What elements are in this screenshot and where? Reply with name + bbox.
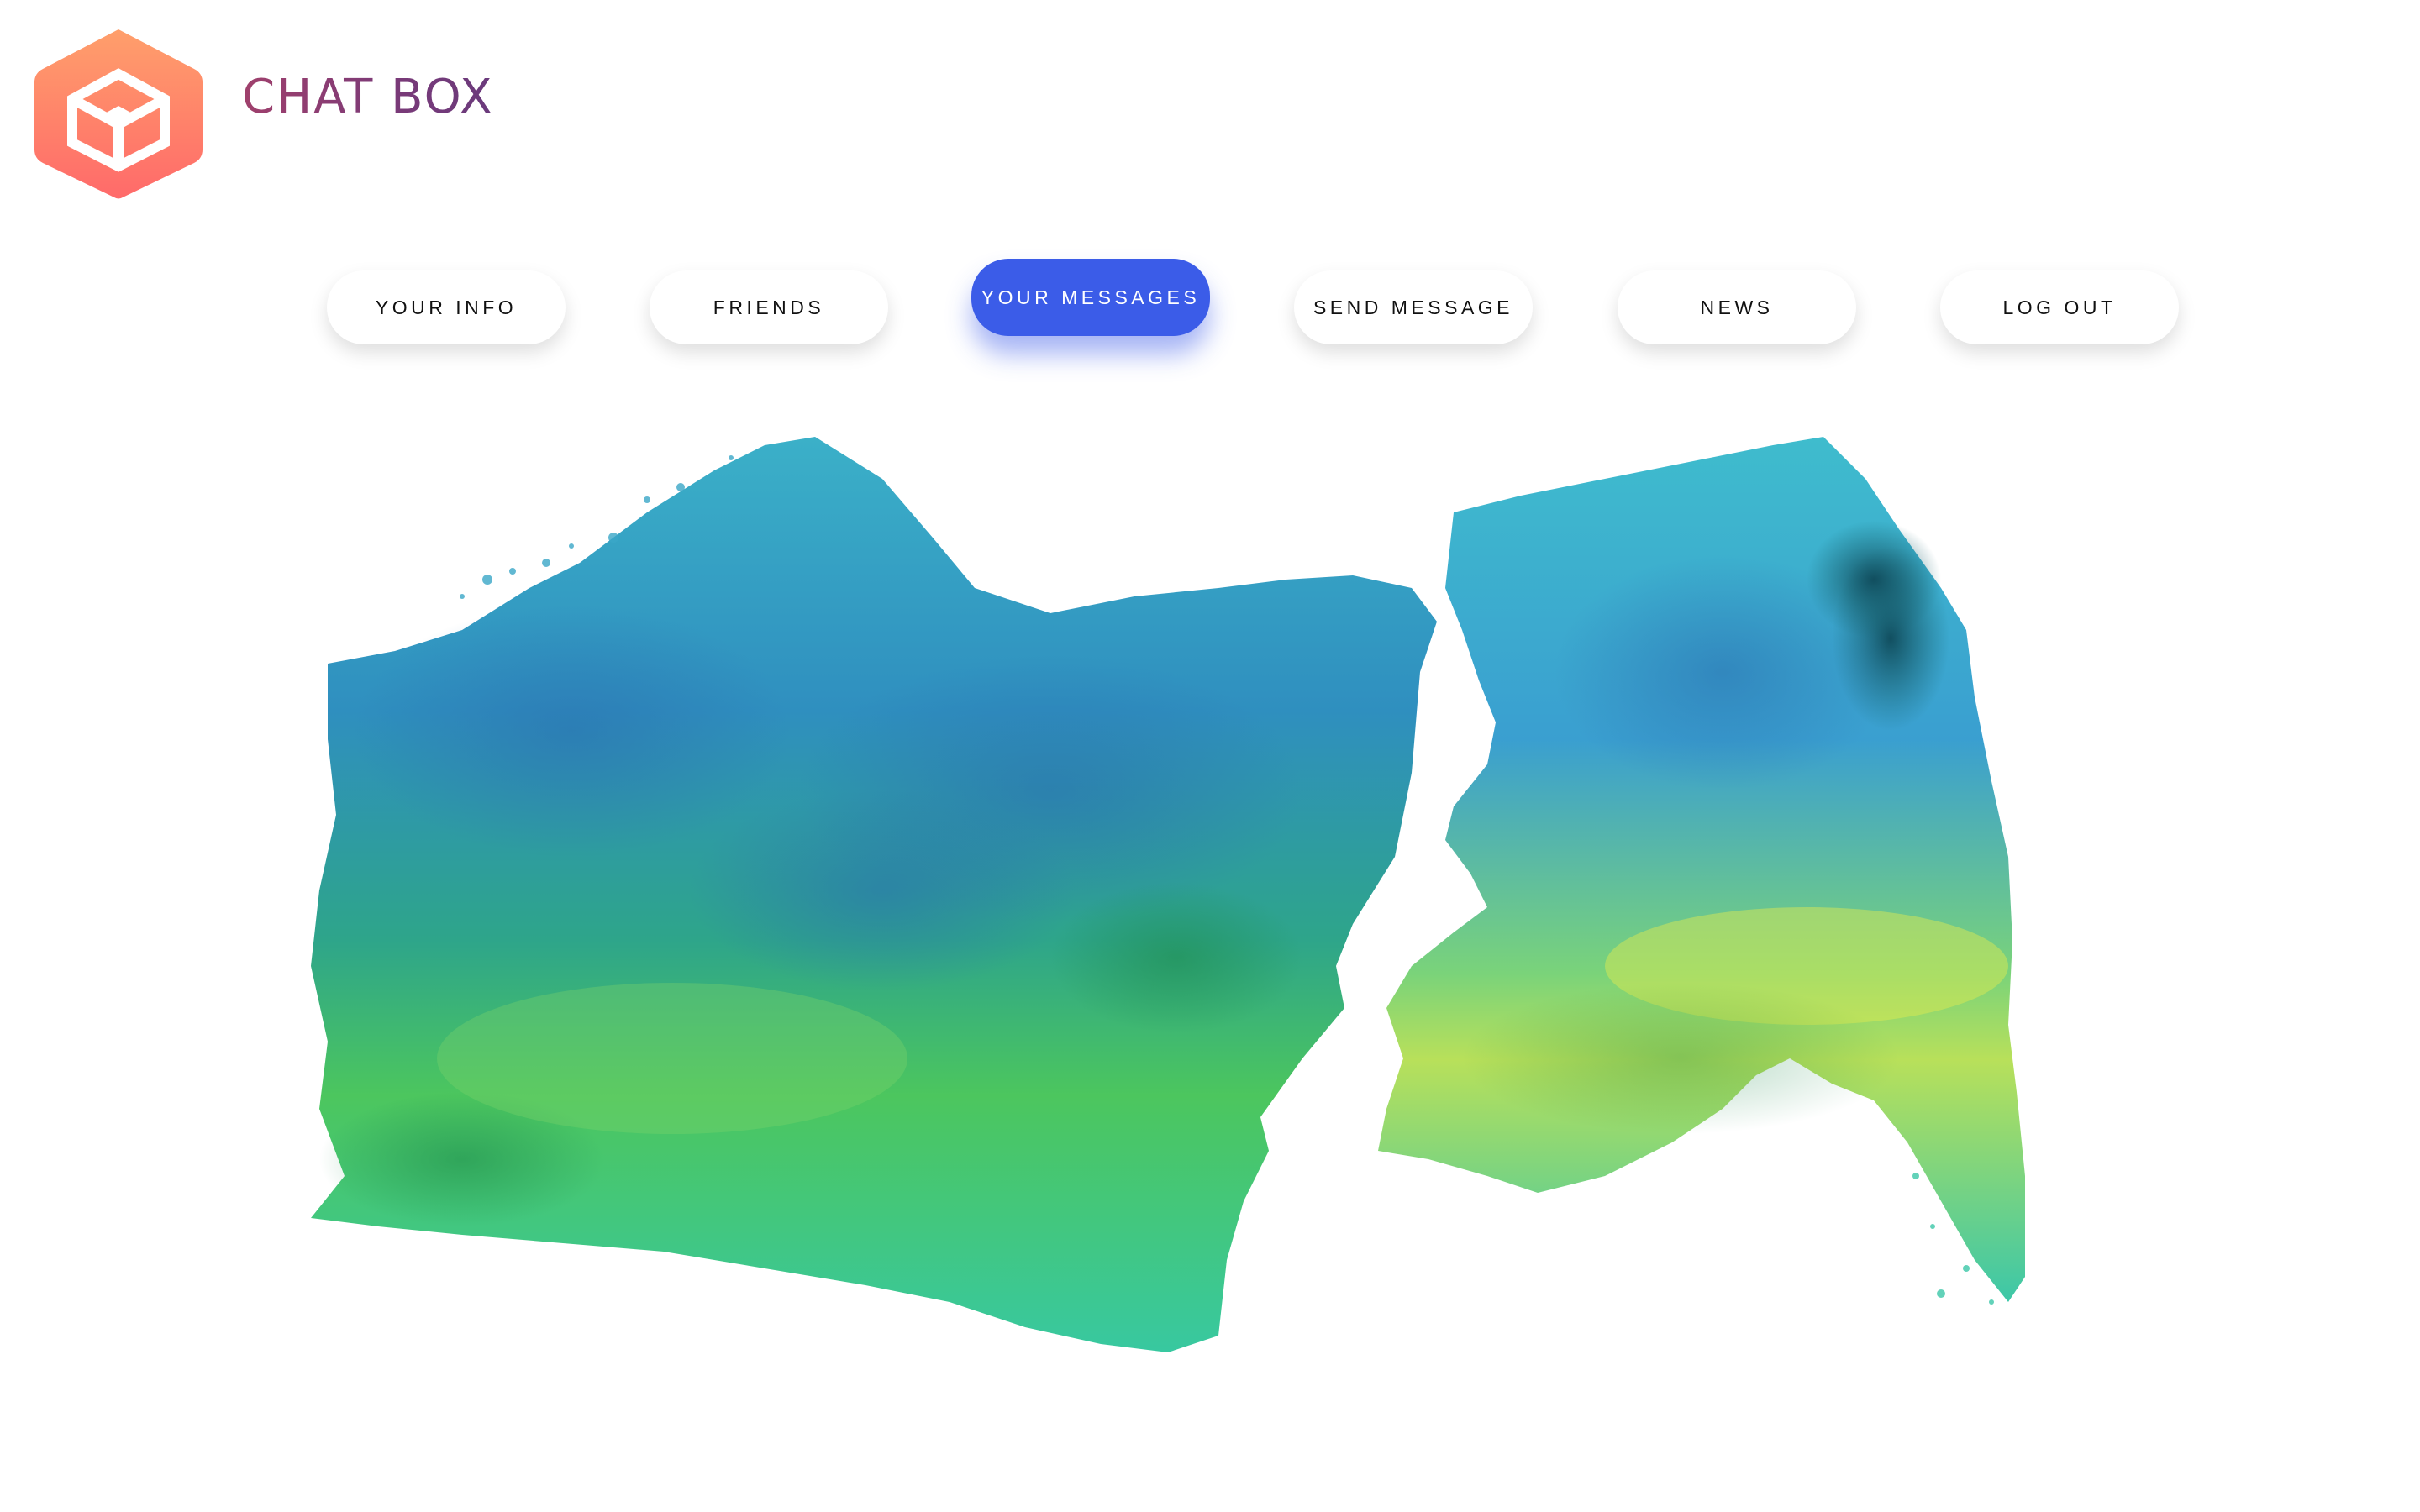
cube-hexagon-icon	[34, 29, 203, 199]
nav-news-button[interactable]: NEWS	[1618, 270, 1856, 344]
nav-your-messages-button[interactable]: YOUR MESSAGES	[971, 259, 1210, 336]
hero-watercolor-illustration	[294, 420, 2067, 1369]
watercolor-faces-art	[311, 437, 2025, 1352]
page: CHAT BOX YOUR INFO FRIENDS YOUR MESSAGES…	[0, 0, 2420, 1512]
main-nav: YOUR INFO FRIENDS YOUR MESSAGES SEND MES…	[0, 252, 2420, 386]
nav-friends-button[interactable]: FRIENDS	[650, 270, 888, 344]
brand-name: CHAT BOX	[242, 69, 494, 124]
brand-logo[interactable]: CHAT BOX	[30, 25, 493, 202]
nav-send-message-button[interactable]: SEND MESSAGE	[1294, 270, 1533, 344]
nav-your-info-button[interactable]: YOUR INFO	[327, 270, 566, 344]
nav-log-out-button[interactable]: LOG OUT	[1940, 270, 2179, 344]
